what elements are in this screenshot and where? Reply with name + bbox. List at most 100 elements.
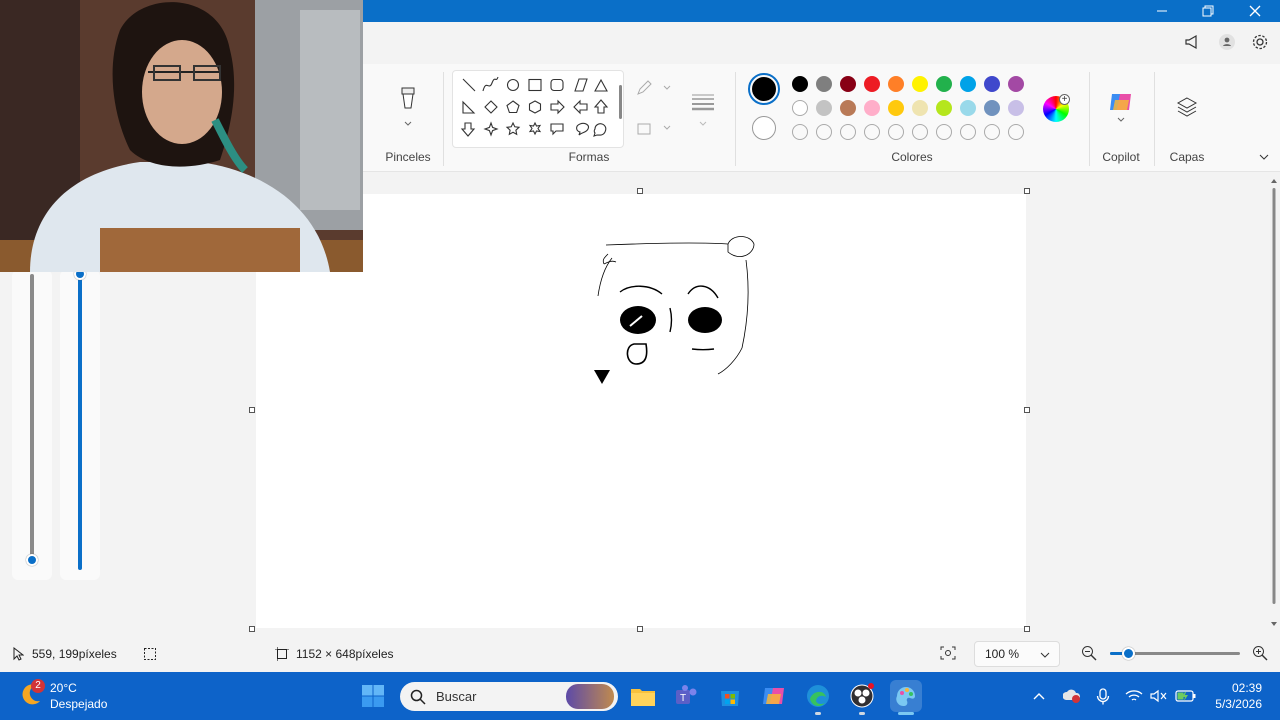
clock-time[interactable]: 02:39 bbox=[1210, 681, 1262, 695]
custom-color-slot[interactable] bbox=[984, 124, 1000, 140]
divider bbox=[443, 72, 444, 166]
volume-muted-icon[interactable] bbox=[1150, 689, 1168, 703]
custom-color-slot[interactable] bbox=[864, 124, 880, 140]
color-swatch[interactable] bbox=[912, 76, 928, 92]
brush-size-slider-thumb[interactable] bbox=[26, 554, 38, 566]
shapes-label: Formas bbox=[568, 150, 610, 164]
color-swatch[interactable] bbox=[792, 76, 808, 92]
shapes-scrollbar[interactable] bbox=[619, 85, 622, 119]
zoom-out-button[interactable] bbox=[1081, 645, 1097, 661]
down-arrow-shape-icon bbox=[460, 122, 476, 137]
color-swatch[interactable] bbox=[840, 100, 856, 116]
search-placeholder: Buscar bbox=[436, 689, 477, 704]
custom-color-slot[interactable] bbox=[912, 124, 928, 140]
zoom-select[interactable]: 100 % bbox=[974, 641, 1060, 667]
show-hidden-icons-chevron-up-icon[interactable] bbox=[1031, 689, 1047, 703]
outline-dropdown[interactable] bbox=[636, 80, 674, 98]
layers-button[interactable] bbox=[1176, 96, 1198, 120]
zoom-in-button[interactable] bbox=[1252, 645, 1268, 661]
color-swatch[interactable] bbox=[984, 100, 1000, 116]
microphone-icon[interactable] bbox=[1096, 688, 1110, 706]
search-icon bbox=[410, 689, 426, 705]
custom-color-slot[interactable] bbox=[792, 124, 808, 140]
paint-app-icon[interactable] bbox=[890, 680, 922, 712]
color-swatch[interactable] bbox=[960, 100, 976, 116]
custom-color-slot[interactable] bbox=[1008, 124, 1024, 140]
start-button[interactable] bbox=[361, 684, 385, 708]
color-swatch[interactable] bbox=[864, 76, 880, 92]
resize-handle[interactable] bbox=[637, 626, 643, 632]
vertical-scrollbar[interactable] bbox=[1268, 174, 1280, 634]
color-swatch[interactable] bbox=[840, 76, 856, 92]
color-swatch[interactable] bbox=[936, 100, 952, 116]
brush-size-slider-track[interactable] bbox=[30, 274, 34, 560]
color-swatch[interactable] bbox=[936, 76, 952, 92]
battery-charging-icon[interactable] bbox=[1175, 689, 1197, 703]
five-point-star-shape-icon bbox=[505, 121, 521, 136]
primary-color-selector[interactable] bbox=[748, 73, 780, 105]
fit-to-window-icon[interactable] bbox=[940, 646, 956, 660]
obs-studio-icon[interactable] bbox=[846, 680, 878, 712]
shapes-gallery[interactable] bbox=[452, 70, 624, 148]
edge-browser-icon[interactable] bbox=[802, 680, 834, 712]
color-swatch[interactable] bbox=[1008, 100, 1024, 116]
close-button[interactable] bbox=[1232, 0, 1278, 22]
custom-color-slot[interactable] bbox=[936, 124, 952, 140]
resize-handle[interactable] bbox=[1024, 188, 1030, 194]
taskbar-search-box[interactable]: Buscar bbox=[400, 682, 618, 711]
resize-handle[interactable] bbox=[1024, 407, 1030, 413]
file-explorer-icon[interactable] bbox=[627, 680, 659, 712]
copilot-app-icon[interactable] bbox=[758, 680, 790, 712]
minimize-button[interactable] bbox=[1139, 0, 1185, 22]
custom-color-slot[interactable] bbox=[816, 124, 832, 140]
up-arrow-shape-icon bbox=[593, 99, 609, 114]
brushes-button[interactable] bbox=[396, 84, 420, 132]
settings-gear-icon[interactable] bbox=[1251, 33, 1269, 51]
copilot-label: Copilot bbox=[1102, 150, 1140, 164]
color-swatch[interactable] bbox=[1008, 76, 1024, 92]
zoom-in-icon bbox=[1253, 646, 1268, 661]
resize-handle[interactable] bbox=[637, 188, 643, 194]
opacity-slider-track[interactable] bbox=[78, 274, 82, 570]
ribbon-collapse-chevron-icon[interactable] bbox=[1257, 150, 1271, 164]
zoom-out-icon bbox=[1082, 646, 1097, 661]
size-button[interactable] bbox=[690, 92, 716, 132]
weather-temperature[interactable]: 20°C bbox=[50, 681, 77, 695]
copilot-button[interactable] bbox=[1108, 90, 1134, 126]
weather-description[interactable]: Despejado bbox=[50, 697, 107, 711]
svg-text:T: T bbox=[680, 693, 686, 704]
hexagon-shape-icon bbox=[528, 100, 542, 114]
onedrive-status-icon[interactable] bbox=[1062, 688, 1081, 704]
divider bbox=[1154, 72, 1155, 166]
color-swatch[interactable] bbox=[888, 76, 904, 92]
teams-icon[interactable]: T bbox=[670, 680, 702, 712]
minimize-icon bbox=[1157, 10, 1167, 12]
color-swatch[interactable] bbox=[960, 76, 976, 92]
secondary-color-swatch[interactable] bbox=[752, 116, 776, 140]
color-swatch[interactable] bbox=[864, 100, 880, 116]
resize-handle[interactable] bbox=[1024, 626, 1030, 632]
zoom-slider-thumb[interactable] bbox=[1122, 647, 1135, 660]
canvas-drawing bbox=[594, 236, 755, 384]
wifi-icon[interactable] bbox=[1125, 689, 1143, 703]
color-swatch[interactable] bbox=[912, 100, 928, 116]
color-swatch[interactable] bbox=[816, 100, 832, 116]
microsoft-store-icon[interactable] bbox=[714, 680, 746, 712]
color-swatch[interactable] bbox=[888, 100, 904, 116]
custom-color-slot[interactable] bbox=[960, 124, 976, 140]
copilot-icon bbox=[1110, 94, 1131, 122]
color-swatch[interactable] bbox=[984, 76, 1000, 92]
resize-handle[interactable] bbox=[249, 626, 255, 632]
custom-color-slot[interactable] bbox=[888, 124, 904, 140]
color-swatch[interactable] bbox=[792, 100, 808, 116]
account-avatar[interactable] bbox=[1219, 34, 1235, 50]
resize-handle[interactable] bbox=[249, 407, 255, 413]
color-swatch[interactable] bbox=[816, 76, 832, 92]
feedback-icon[interactable] bbox=[1183, 33, 1201, 51]
custom-color-slot[interactable] bbox=[840, 124, 856, 140]
running-app-indicator bbox=[859, 712, 865, 715]
clock-date[interactable]: 5/3/2026 bbox=[1200, 697, 1262, 711]
fill-dropdown[interactable] bbox=[636, 120, 674, 138]
restore-button[interactable] bbox=[1185, 0, 1231, 22]
drawing-canvas[interactable] bbox=[256, 194, 1026, 628]
